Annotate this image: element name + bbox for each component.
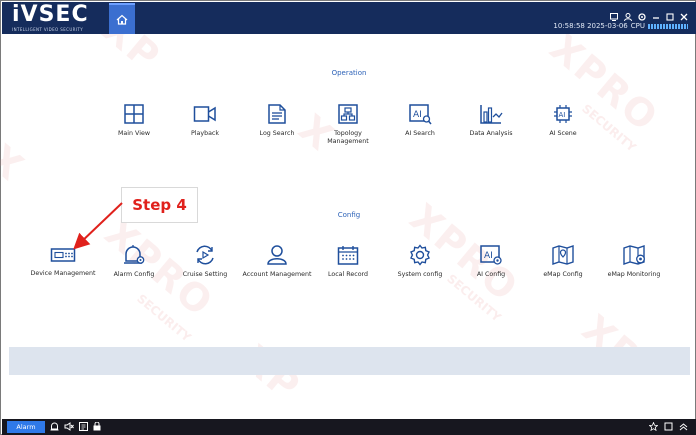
ai-search-icon: AI xyxy=(409,104,432,125)
mute-icon[interactable] xyxy=(64,422,74,431)
ai-config-icon: AI xyxy=(480,245,502,265)
top-bar: iVSEC INTELLIGENT VIDEO SECURITY 10:58:5… xyxy=(2,2,696,34)
cruise-setting-icon xyxy=(196,245,214,265)
cruise-setting-tile[interactable]: Cruise Setting xyxy=(170,244,240,279)
account-management-icon xyxy=(267,245,287,265)
ai-search-label: AI Search xyxy=(405,130,435,137)
maximize-icon[interactable] xyxy=(666,6,674,21)
device-management-tile[interactable]: Device Management xyxy=(28,245,98,278)
logo: iVSEC INTELLIGENT VIDEO SECURITY xyxy=(12,2,89,33)
step-annotation-label: Step 4 xyxy=(121,187,198,223)
system-config-label: System config xyxy=(397,271,443,278)
window-controls xyxy=(610,6,688,22)
logo-subtitle: INTELLIGENT VIDEO SECURITY xyxy=(12,27,84,32)
emap-config-icon xyxy=(552,245,574,265)
log-search-label: Log Search xyxy=(259,130,295,137)
status-readout: 10:58:58 2025-03-06 CPU xyxy=(553,22,688,30)
bottom-right-controls xyxy=(649,422,688,431)
main-view-tile[interactable]: Main View xyxy=(99,103,169,138)
home-tab[interactable] xyxy=(109,3,135,34)
data-analysis-tile[interactable]: Data Analysis xyxy=(456,103,526,138)
alarm-bell-icon[interactable] xyxy=(50,422,59,431)
home-icon xyxy=(116,14,128,25)
alarm-config-label: Alarm Config xyxy=(113,271,155,278)
device-management-icon xyxy=(50,248,76,262)
minimize-icon[interactable] xyxy=(652,6,660,19)
playback-icon xyxy=(193,106,216,122)
topology-label: Topology Management xyxy=(327,130,369,145)
local-record-label: Local Record xyxy=(327,271,369,278)
cruise-setting-label: Cruise Setting xyxy=(182,271,228,278)
watermark: SECURITY xyxy=(444,271,504,325)
ai-search-tile[interactable]: AI AI Search xyxy=(385,103,455,138)
local-record-tile[interactable]: Local Record xyxy=(313,244,383,279)
cpu-meter xyxy=(648,23,688,29)
pin-icon[interactable] xyxy=(649,422,658,431)
emap-monitoring-tile[interactable]: eMap Monitoring xyxy=(599,244,669,279)
system-config-icon xyxy=(410,244,430,266)
watermark: SECURITY xyxy=(134,291,194,345)
playback-tile[interactable]: Playback xyxy=(170,103,240,138)
alarm-button[interactable]: Alarm xyxy=(7,421,45,433)
collapse-up-icon[interactable] xyxy=(679,422,688,431)
ai-config-label: AI Config xyxy=(476,271,506,278)
main-view-label: Main View xyxy=(118,130,150,137)
settings-icon[interactable] xyxy=(638,6,646,21)
watermark: X xyxy=(0,136,33,190)
device-management-label: Device Management xyxy=(30,270,96,277)
emap-monitoring-icon xyxy=(623,245,645,265)
playback-label: Playback xyxy=(190,130,220,137)
main-view-icon xyxy=(124,104,144,124)
log-search-tile[interactable]: Log Search xyxy=(242,103,312,138)
account-management-tile[interactable]: Account Management xyxy=(242,244,312,279)
emap-config-label: eMap Config xyxy=(543,271,583,278)
app-window: XP XPRO SECURITY X XPRO SECURITY XPRO SE… xyxy=(0,0,696,435)
ai-config-tile[interactable]: AI AI Config xyxy=(456,244,526,279)
svg-text:AI: AI xyxy=(413,110,422,120)
close-icon[interactable] xyxy=(680,6,688,21)
emap-config-tile[interactable]: eMap Config xyxy=(528,244,598,279)
record-icon[interactable] xyxy=(79,422,88,431)
data-analysis-icon xyxy=(480,105,503,124)
svg-text:AI: AI xyxy=(559,111,566,119)
system-config-tile[interactable]: System config xyxy=(385,244,455,279)
user-icon[interactable] xyxy=(624,6,632,22)
restore-icon[interactable] xyxy=(664,422,673,431)
data-analysis-label: Data Analysis xyxy=(469,130,513,137)
operation-heading: Operation xyxy=(331,69,367,77)
lock-icon[interactable] xyxy=(93,422,101,431)
ai-scene-label: AI Scene xyxy=(549,130,577,137)
log-search-icon xyxy=(268,104,286,124)
config-heading: Config xyxy=(337,211,361,219)
emap-monitoring-label: eMap Monitoring xyxy=(607,271,661,278)
ai-scene-tile[interactable]: AI AI Scene xyxy=(528,103,598,138)
info-panel xyxy=(9,347,690,375)
topology-management-tile[interactable]: Topology Management xyxy=(313,103,383,145)
logo-text: iVSEC xyxy=(12,2,89,27)
alarm-config-icon xyxy=(124,245,145,264)
screen-icon[interactable] xyxy=(610,6,618,21)
ai-scene-icon: AI xyxy=(554,105,572,123)
local-record-icon xyxy=(337,246,359,265)
alarm-config-tile[interactable]: Alarm Config xyxy=(99,244,169,279)
topology-icon xyxy=(338,104,358,124)
bottom-tools xyxy=(50,422,101,431)
svg-text:AI: AI xyxy=(484,251,493,261)
cpu-label: CPU xyxy=(630,22,645,30)
bottom-bar: Alarm xyxy=(2,419,696,435)
clock-text: 10:58:58 2025-03-06 xyxy=(553,22,628,30)
account-management-label: Account Management xyxy=(242,271,312,278)
